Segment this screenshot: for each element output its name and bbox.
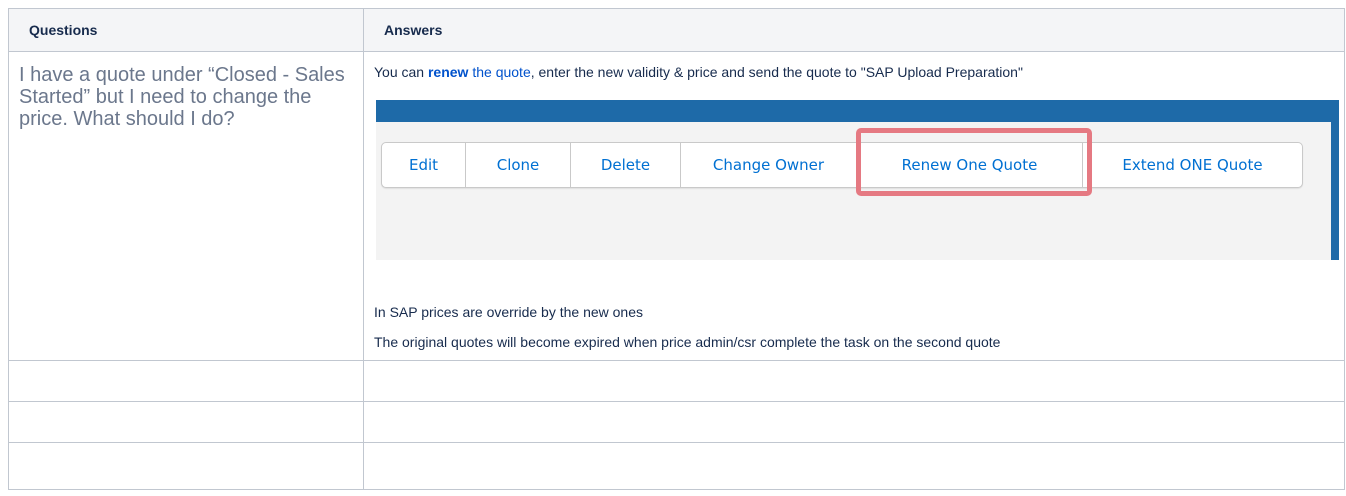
- answer-note-1: In SAP prices are override by the new on…: [374, 304, 644, 320]
- answer-prefix: You can: [374, 64, 428, 80]
- answer-cell: You can renew the quote, enter the new v…: [363, 51, 1345, 361]
- screenshot-delete-button: Delete: [571, 143, 681, 187]
- table-row: [8, 360, 1345, 402]
- screenshot-change-owner-button: Change Owner: [681, 143, 857, 187]
- quote-buttons-screenshot: Edit Clone Delete Change Owner Renew One…: [376, 100, 1339, 260]
- screenshot-edit-button: Edit: [382, 143, 466, 187]
- answer-intro: You can renew the quote, enter the new v…: [374, 64, 1334, 80]
- answer-cell-empty: [363, 360, 1345, 402]
- renew-link-rest: the quote: [468, 64, 531, 80]
- answer-cell-empty: [363, 442, 1345, 490]
- screenshot-extend-one-quote-button: Extend ONE Quote: [1083, 143, 1302, 187]
- table-row: [8, 401, 1345, 443]
- answer-note-2: The original quotes will become expired …: [374, 334, 1001, 350]
- table-row: [8, 442, 1345, 490]
- question-cell: I have a quote under “Closed - Sales Sta…: [8, 51, 364, 361]
- header-row: Questions Answers: [8, 8, 1345, 52]
- table-row: I have a quote under “Closed - Sales Sta…: [8, 51, 1345, 361]
- renew-link[interactable]: renew the quote: [428, 64, 531, 80]
- answer-suffix: , enter the new validity & price and sen…: [530, 64, 1023, 80]
- qa-table: Questions Answers I have a quote under “…: [8, 8, 1345, 490]
- question-cell-empty: [8, 442, 364, 490]
- answers-header: Answers: [363, 8, 1345, 52]
- question-cell-empty: [8, 360, 364, 402]
- screenshot-clone-button: Clone: [466, 143, 571, 187]
- renew-link-bold: renew: [427, 64, 469, 80]
- questions-header: Questions: [8, 8, 364, 52]
- screenshot-banner: [376, 100, 1339, 122]
- screenshot-renew-one-quote-button: Renew One Quote: [857, 143, 1083, 187]
- answer-cell-empty: [363, 401, 1345, 443]
- screenshot-button-group: Edit Clone Delete Change Owner Renew One…: [381, 142, 1303, 188]
- screenshot-side-bar: [1331, 122, 1339, 260]
- question-cell-empty: [8, 401, 364, 443]
